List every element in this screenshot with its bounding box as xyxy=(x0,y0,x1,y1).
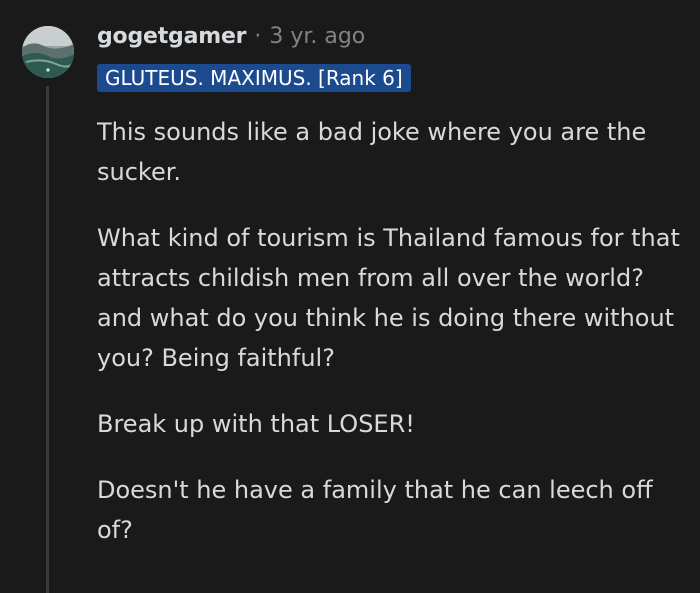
comment-paragraph: Break up with that LOSER! xyxy=(97,410,415,438)
header-separator: · xyxy=(254,24,262,49)
comment-paragraph: This sounds like a bad joke where you ar… xyxy=(97,118,647,186)
user-flair: GLUTEUS. MAXIMUS. [Rank 6] xyxy=(97,64,411,92)
comment-header: gogetgamer · 3 yr. ago xyxy=(97,22,365,52)
comment-paragraph: Doesn't he have a family that he can lee… xyxy=(97,476,653,544)
comment-body: This sounds like a bad joke where you ar… xyxy=(97,112,687,576)
author-name[interactable]: gogetgamer xyxy=(97,22,247,52)
comment: gogetgamer · 3 yr. ago GLUTEUS. MAXIMUS.… xyxy=(0,0,700,593)
avatar[interactable] xyxy=(22,26,74,78)
comment-paragraph: What kind of tourism is Thailand famous … xyxy=(97,224,680,372)
thread-collapse-line[interactable] xyxy=(46,86,49,593)
timestamp[interactable]: 3 yr. ago xyxy=(269,22,365,52)
avatar-image-icon xyxy=(22,26,74,78)
